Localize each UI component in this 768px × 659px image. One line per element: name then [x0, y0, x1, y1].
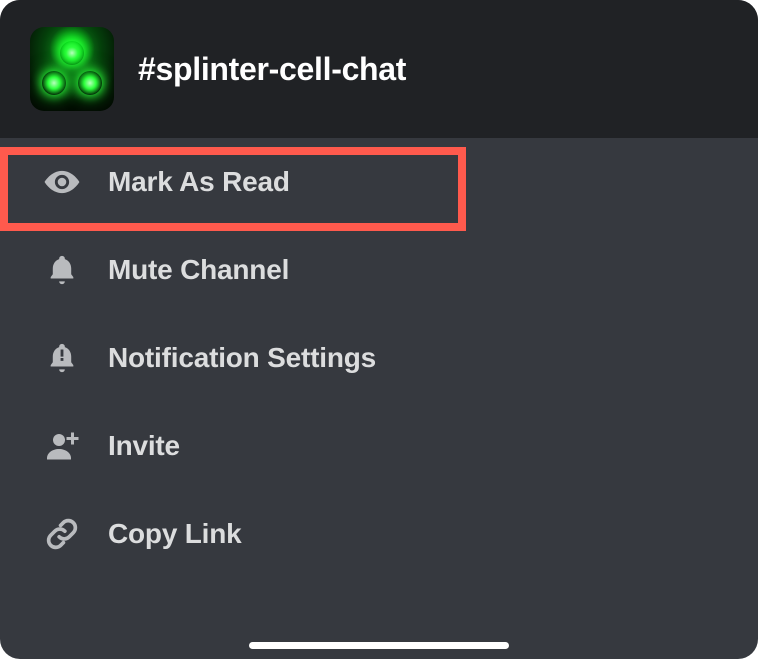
menu-item-label: Invite	[108, 430, 180, 462]
menu-item-mark-as-read[interactable]: Mark As Read	[0, 138, 758, 226]
server-icon	[30, 27, 114, 111]
menu-item-label: Mark As Read	[108, 166, 290, 198]
person-add-icon	[42, 426, 82, 466]
home-indicator	[249, 642, 509, 649]
menu-item-copy-link[interactable]: Copy Link	[0, 490, 758, 578]
eye-icon	[42, 162, 82, 202]
bell-icon	[42, 250, 82, 290]
channel-title: #splinter-cell-chat	[138, 51, 406, 88]
app-window: #splinter-cell-chat Mark As Read Mute Ch…	[0, 0, 758, 659]
menu-item-label: Copy Link	[108, 518, 242, 550]
menu-item-invite[interactable]: Invite	[0, 402, 758, 490]
link-icon	[42, 514, 82, 554]
menu-item-label: Mute Channel	[108, 254, 289, 286]
menu-item-label: Notification Settings	[108, 342, 376, 374]
bell-alert-icon	[42, 338, 82, 378]
menu-item-notification-settings[interactable]: Notification Settings	[0, 314, 758, 402]
channel-context-menu: Mark As Read Mute Channel Notification S…	[0, 138, 758, 578]
channel-header: #splinter-cell-chat	[0, 0, 758, 138]
menu-item-mute-channel[interactable]: Mute Channel	[0, 226, 758, 314]
